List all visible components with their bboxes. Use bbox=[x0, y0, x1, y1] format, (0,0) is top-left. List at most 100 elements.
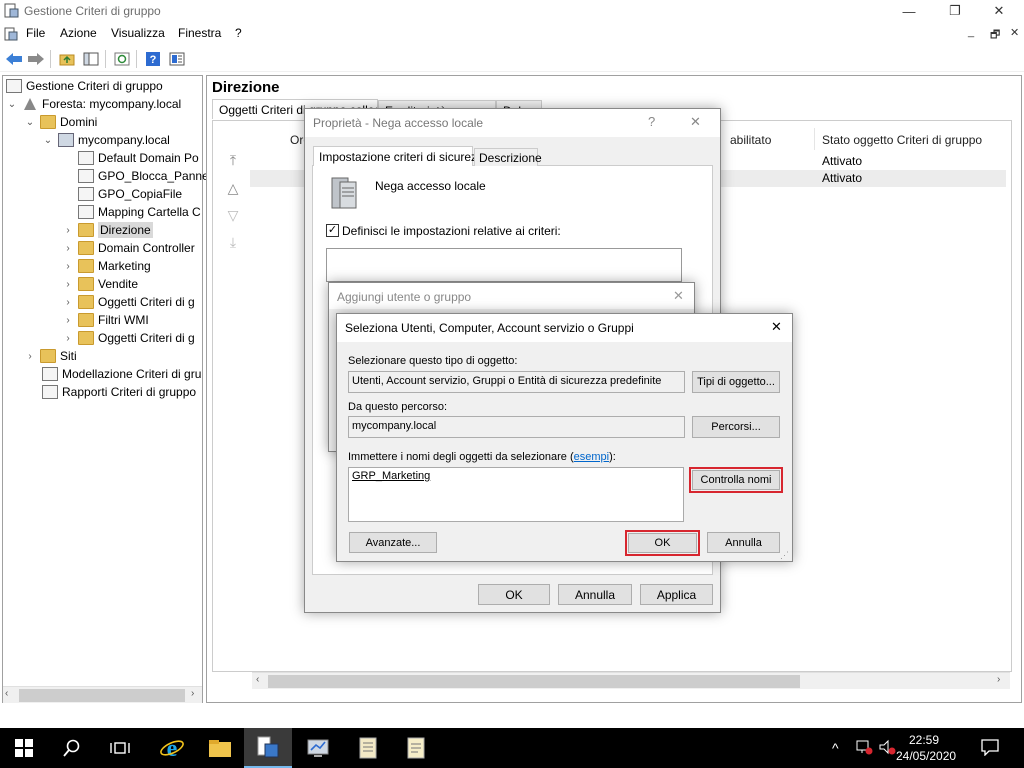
examples-link[interactable]: esempi bbox=[574, 451, 609, 463]
column-enabled[interactable]: abilitato bbox=[730, 133, 771, 147]
object-types-button[interactable]: Tipi di oggetto... bbox=[692, 371, 780, 393]
console-icon[interactable] bbox=[4, 27, 18, 41]
move-down-icon[interactable]: ▽ bbox=[224, 207, 242, 223]
tree-sites[interactable]: › Siti bbox=[24, 347, 77, 365]
chevron-down-icon[interactable]: ⌄ bbox=[24, 117, 36, 128]
search-icon[interactable] bbox=[48, 728, 96, 768]
select-cancel-button[interactable]: Annulla bbox=[707, 532, 780, 553]
server-manager-icon[interactable] bbox=[294, 728, 342, 768]
speaker-icon[interactable] bbox=[878, 739, 896, 755]
list-horizontal-scrollbar[interactable]: ‹ › bbox=[252, 672, 1010, 689]
chevron-right-icon[interactable]: › bbox=[62, 225, 74, 236]
gpmc-taskbar-icon[interactable] bbox=[244, 728, 292, 768]
tree-domains[interactable]: ⌄ Domini bbox=[24, 113, 97, 131]
scroll-right-icon[interactable]: › bbox=[191, 688, 194, 699]
tree-item-gpo-link[interactable]: GPO_CopiaFile bbox=[78, 185, 182, 203]
tree-item-gpo-objects[interactable]: › Oggetti Criteri di g bbox=[62, 293, 195, 311]
locations-button[interactable]: Percorsi... bbox=[692, 416, 780, 438]
inner-minimize-button[interactable]: _ bbox=[968, 26, 974, 38]
tree-domain[interactable]: ⌄ mycompany.local bbox=[42, 131, 170, 149]
tree-item-vendite[interactable]: › Vendite bbox=[62, 275, 138, 293]
properties-ok-button[interactable]: OK bbox=[478, 584, 550, 605]
chevron-right-icon[interactable]: › bbox=[24, 351, 36, 362]
show-tree-icon[interactable] bbox=[81, 49, 101, 69]
close-window-button[interactable]: ✕ bbox=[976, 0, 1022, 22]
tab-description[interactable]: Descrizione bbox=[474, 148, 542, 166]
internet-explorer-icon[interactable]: e bbox=[148, 728, 196, 768]
tree-item-domain-controllers[interactable]: › Domain Controller bbox=[62, 239, 195, 257]
move-up-icon[interactable]: △ bbox=[224, 180, 242, 196]
tree-root[interactable]: Gestione Criteri di gruppo bbox=[6, 77, 163, 95]
tab-security-policy-settings[interactable]: Impostazione criteri di sicurezza bbox=[313, 146, 490, 166]
tree-item-starter-gpo[interactable]: › Oggetti Criteri di g bbox=[62, 329, 195, 347]
chevron-right-icon[interactable]: › bbox=[62, 333, 74, 344]
chevron-up-icon[interactable]: ^ bbox=[832, 740, 839, 756]
taskbar-clock[interactable]: 22:59 24/05/2020 bbox=[896, 732, 956, 764]
tree-reports[interactable]: Rapporti Criteri di gruppo bbox=[42, 383, 196, 401]
scrollbar-thumb[interactable] bbox=[268, 675, 800, 688]
inner-restore-button[interactable]: 🗗 bbox=[990, 26, 1000, 45]
tree-item-direzione[interactable]: › Direzione bbox=[62, 221, 153, 239]
chevron-down-icon[interactable]: ⌄ bbox=[42, 135, 54, 146]
tree-horizontal-scrollbar[interactable]: ‹ › bbox=[3, 686, 202, 703]
select-ok-button[interactable]: OK bbox=[625, 530, 700, 556]
tree-modeling[interactable]: Modellazione Criteri di gru bbox=[42, 365, 201, 383]
advanced-button[interactable]: Avanzate... bbox=[349, 532, 437, 553]
file-explorer-icon[interactable] bbox=[196, 728, 244, 768]
properties-icon[interactable] bbox=[167, 49, 187, 69]
properties-help-button[interactable]: ? bbox=[648, 114, 655, 129]
tree-item-gpo-link[interactable]: Default Domain Po bbox=[78, 149, 199, 167]
network-icon[interactable] bbox=[855, 739, 873, 755]
scroll-right-icon[interactable]: › bbox=[997, 674, 1000, 685]
toolbar-separator bbox=[50, 50, 51, 68]
inner-close-button[interactable]: ✕ bbox=[1010, 26, 1019, 39]
menu-azione[interactable]: Azione bbox=[60, 26, 97, 40]
move-bottom-icon[interactable]: ⤓ bbox=[224, 234, 242, 250]
select-users-close-button[interactable]: ✕ bbox=[771, 319, 782, 335]
notifications-icon[interactable] bbox=[980, 738, 1002, 758]
policy-editor-icon[interactable] bbox=[344, 728, 392, 768]
menu-visualizza[interactable]: Visualizza bbox=[111, 26, 165, 40]
refresh-icon[interactable] bbox=[112, 49, 132, 69]
server-policy-icon bbox=[328, 176, 358, 210]
chevron-down-icon[interactable]: ⌄ bbox=[6, 99, 18, 110]
chevron-right-icon[interactable]: › bbox=[62, 315, 74, 326]
object-names-input[interactable]: GRP_Marketing bbox=[348, 467, 684, 522]
help-icon[interactable]: ? bbox=[143, 49, 163, 69]
scroll-left-icon[interactable]: ‹ bbox=[5, 688, 8, 699]
resize-grip-icon[interactable]: ⋰ bbox=[780, 550, 790, 560]
maximize-button[interactable]: ❐ bbox=[932, 0, 978, 22]
tree-item-gpo-link[interactable]: Mapping Cartella C bbox=[78, 203, 201, 221]
menu-file[interactable]: File bbox=[26, 26, 45, 40]
tree-item-gpo-link[interactable]: GPO_Blocca_Panne bbox=[78, 167, 209, 185]
scroll-left-icon[interactable]: ‹ bbox=[256, 674, 259, 685]
tree-item-wmi-filters[interactable]: › Filtri WMI bbox=[62, 311, 149, 329]
properties-cancel-button[interactable]: Annulla bbox=[558, 584, 632, 605]
chevron-right-icon[interactable]: › bbox=[62, 261, 74, 272]
properties-close-button[interactable]: ✕ bbox=[690, 114, 701, 130]
start-button[interactable] bbox=[0, 728, 48, 768]
move-top-icon[interactable]: ⤒ bbox=[224, 152, 242, 168]
scrollbar-thumb[interactable] bbox=[19, 689, 185, 702]
check-names-button[interactable]: Controlla nomi bbox=[689, 467, 783, 493]
tree-item-marketing[interactable]: › Marketing bbox=[62, 257, 151, 275]
up-folder-icon[interactable] bbox=[57, 49, 77, 69]
chevron-right-icon[interactable]: › bbox=[62, 243, 74, 254]
toolbar-separator bbox=[105, 50, 106, 68]
notepad-icon[interactable] bbox=[392, 728, 440, 768]
menu-finestra[interactable]: Finestra bbox=[178, 26, 221, 40]
menu-help[interactable]: ? bbox=[235, 26, 242, 40]
define-policy-checkbox[interactable]: ✓ bbox=[326, 224, 339, 237]
forward-arrow-icon[interactable] bbox=[26, 49, 46, 69]
back-arrow-icon[interactable] bbox=[4, 49, 24, 69]
tree-forest[interactable]: ⌄ Foresta: mycompany.local bbox=[6, 95, 181, 113]
minimize-button[interactable]: — bbox=[886, 0, 932, 22]
members-listbox[interactable] bbox=[326, 248, 682, 282]
chevron-right-icon[interactable]: › bbox=[62, 297, 74, 308]
task-view-icon[interactable] bbox=[96, 728, 144, 768]
column-gpo-status[interactable]: Stato oggetto Criteri di gruppo bbox=[822, 133, 982, 147]
chevron-right-icon[interactable]: › bbox=[62, 279, 74, 290]
ou-folder-icon bbox=[78, 223, 94, 237]
add-user-close-button[interactable]: ✕ bbox=[673, 288, 684, 304]
properties-apply-button[interactable]: Applica bbox=[640, 584, 713, 605]
